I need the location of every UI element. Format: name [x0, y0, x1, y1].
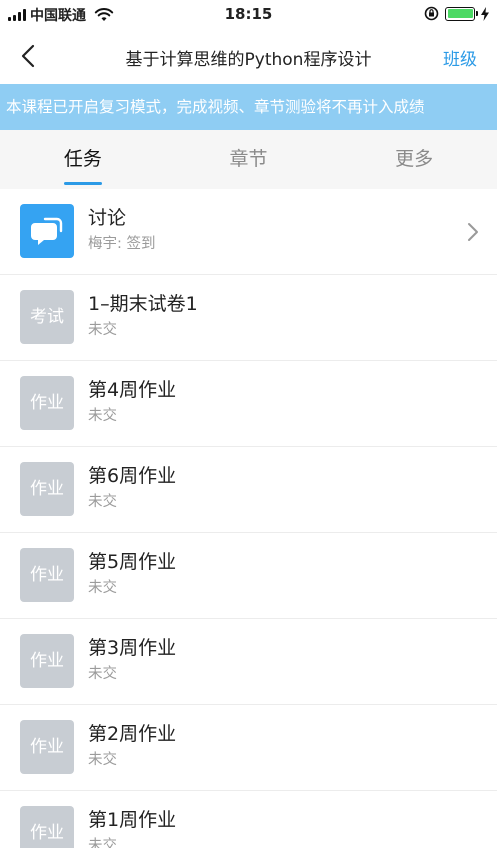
list-item[interactable]: 作业 第2周作业 未交	[0, 705, 497, 791]
item-title: 第6周作业	[88, 465, 177, 487]
exam-badge: 考试	[20, 290, 74, 344]
battery-icon	[445, 6, 478, 21]
item-title: 讨论	[88, 207, 127, 229]
item-status: 未交	[88, 322, 117, 338]
item-status: 未交	[88, 494, 117, 510]
tab-label: 更多	[395, 148, 434, 170]
list-item[interactable]: 作业 第3周作业 未交	[0, 619, 497, 705]
item-status: 未交	[88, 408, 117, 424]
item-status: 未交	[88, 838, 117, 848]
status-time: 18:15	[224, 5, 273, 23]
list-item[interactable]: 作业 第1周作业 未交	[0, 791, 497, 848]
orientation-lock-icon	[424, 6, 439, 21]
list-item[interactable]: 作业 第6周作业 未交	[0, 447, 497, 533]
item-status: 未交	[88, 666, 117, 682]
item-title: 第5周作业	[88, 551, 177, 573]
tab-more[interactable]: 更多	[331, 130, 497, 189]
tab-label: 章节	[229, 148, 268, 170]
item-title: 第2周作业	[88, 723, 177, 745]
homework-badge: 作业	[20, 462, 74, 516]
tab-bar: 任务 章节 更多	[0, 130, 497, 189]
chevron-right-icon	[468, 223, 478, 241]
review-mode-banner: 本课程已开启复习模式，完成视频、章节测验将不再计入成绩	[0, 84, 497, 130]
tab-chapters[interactable]: 章节	[166, 130, 332, 189]
item-title: 1–期末试卷1	[88, 293, 198, 315]
list-item[interactable]: 作业 第4周作业 未交	[0, 361, 497, 447]
homework-badge: 作业	[20, 548, 74, 602]
homework-badge: 作业	[20, 376, 74, 430]
status-bar: 中国联通 18:15	[0, 0, 497, 28]
item-title: 第1周作业	[88, 809, 177, 831]
homework-badge: 作业	[20, 720, 74, 774]
item-status: 未交	[88, 580, 117, 596]
list-item[interactable]: 考试 1–期末试卷1 未交	[0, 275, 497, 361]
chat-bubble-icon	[20, 204, 74, 258]
back-arrow-icon[interactable]	[14, 42, 42, 70]
charging-icon	[481, 6, 489, 21]
active-tab-indicator	[63, 182, 102, 185]
class-button[interactable]: 班级	[443, 45, 477, 70]
tab-tasks[interactable]: 任务	[0, 130, 166, 189]
task-list: 讨论 梅宇: 签到 考试 1–期末试卷1 未交 作业 第4周作业 未交 作业 第…	[0, 189, 497, 848]
status-right	[424, 6, 489, 21]
tab-label: 任务	[63, 148, 102, 170]
homework-badge: 作业	[20, 806, 74, 848]
item-status: 未交	[88, 752, 117, 768]
item-subtitle: 梅宇: 签到	[88, 236, 156, 252]
list-item[interactable]: 作业 第5周作业 未交	[0, 533, 497, 619]
list-item-discussion[interactable]: 讨论 梅宇: 签到	[0, 189, 497, 275]
item-title: 第4周作业	[88, 379, 177, 401]
homework-badge: 作业	[20, 634, 74, 688]
page-title: 基于计算思维的Python程序设计	[125, 50, 372, 70]
nav-bar: 基于计算思维的Python程序设计 班级	[0, 28, 497, 84]
item-title: 第3周作业	[88, 637, 177, 659]
